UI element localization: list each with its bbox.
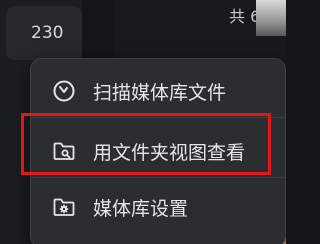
menu-item-label: 用文件夹视图查看 bbox=[93, 141, 246, 164]
poster-thumbnail[interactable] bbox=[256, 0, 286, 36]
menu-item-library-settings[interactable]: 媒体库设置 bbox=[51, 187, 188, 227]
scan-refresh-icon bbox=[51, 78, 77, 104]
context-menu: 扫描媒体库文件 用文件夹视图查看 媒体库设置 bbox=[30, 58, 286, 244]
folder-settings-icon bbox=[51, 194, 77, 220]
menu-item-scan-library[interactable]: 扫描媒体库文件 bbox=[51, 71, 226, 111]
count-value: 230 bbox=[31, 23, 64, 43]
menu-item-label: 扫描媒体库文件 bbox=[93, 81, 227, 104]
menu-divider bbox=[31, 117, 285, 118]
folder-search-icon bbox=[51, 138, 77, 164]
menu-item-folder-view[interactable]: 用文件夹视图查看 bbox=[51, 131, 245, 171]
menu-item-label: 媒体库设置 bbox=[93, 197, 189, 220]
page: 230 共 64 集 扫描媒体库文件 用文件夹视图查看 bbox=[0, 0, 286, 244]
menu-divider bbox=[31, 177, 285, 178]
